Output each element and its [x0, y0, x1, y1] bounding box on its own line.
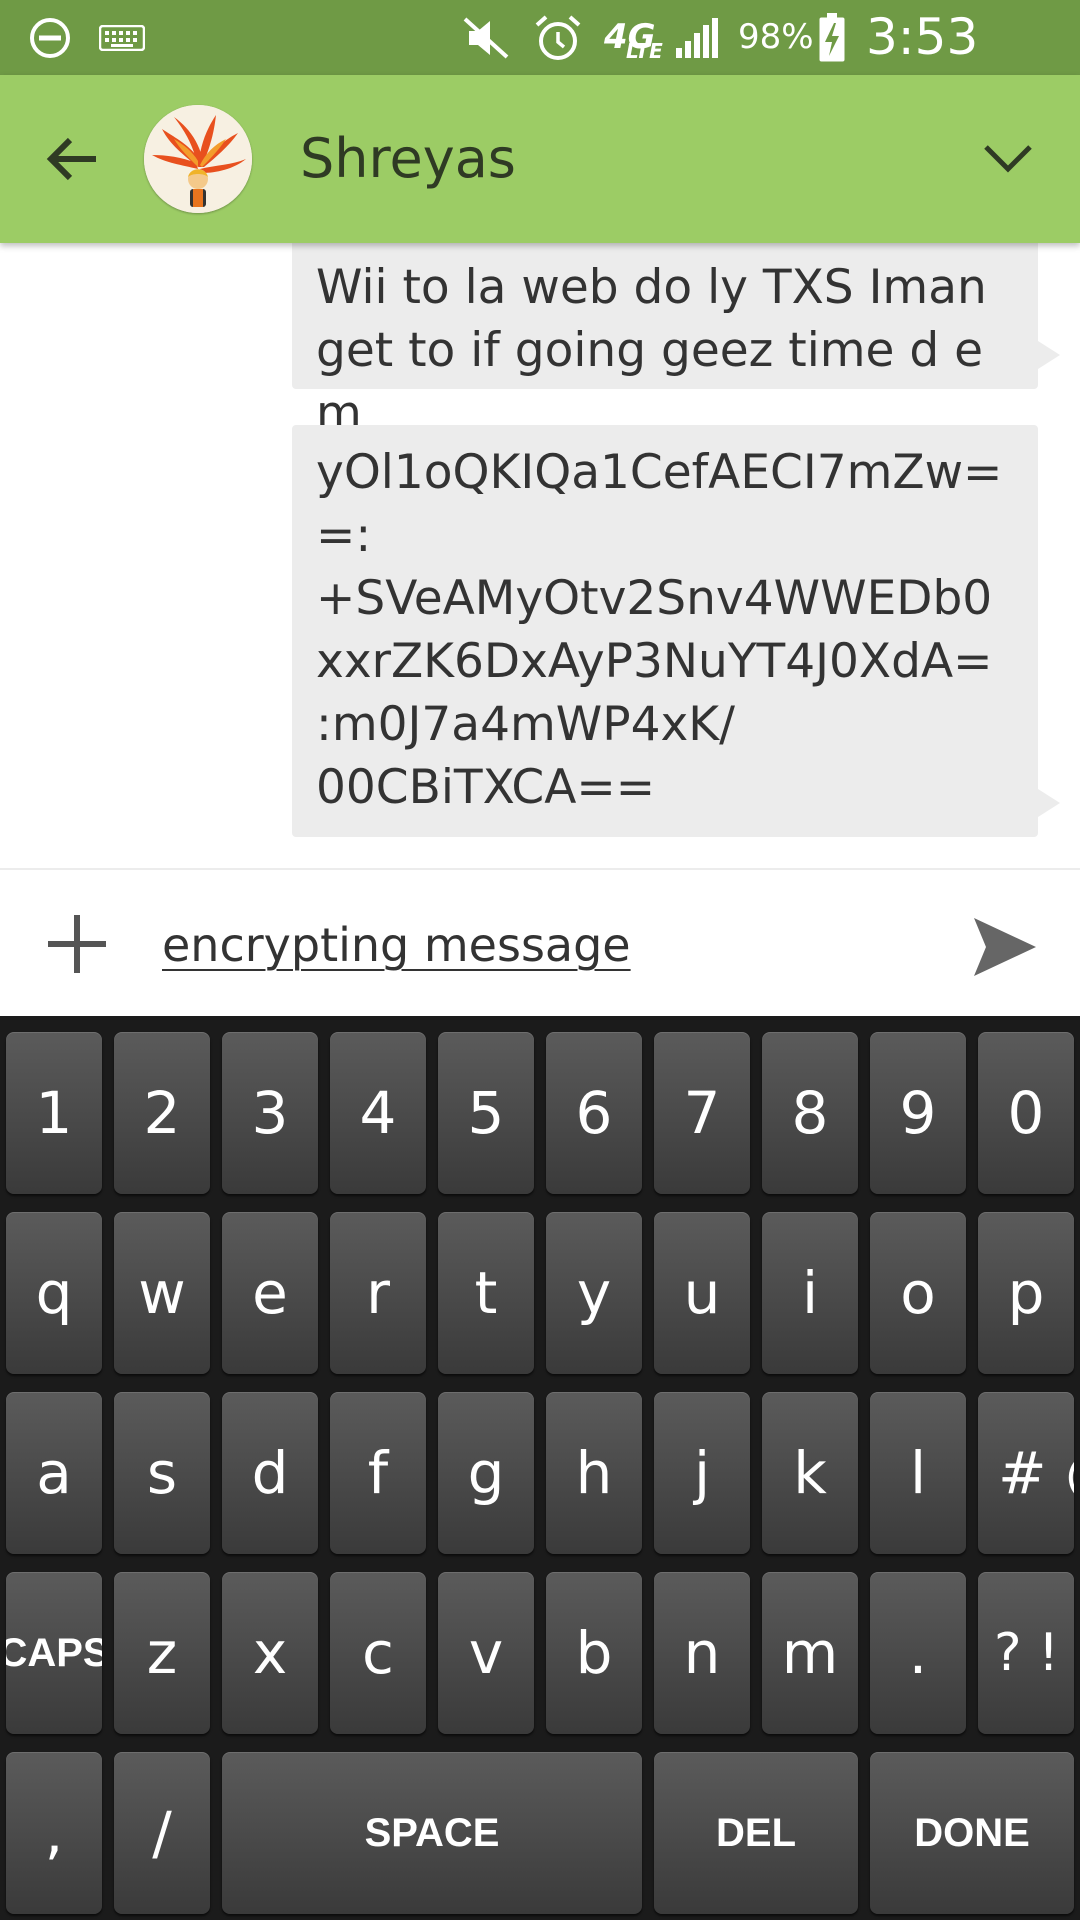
key-w[interactable]: w	[114, 1212, 210, 1374]
avatar[interactable]	[144, 105, 252, 213]
key-space[interactable]: SPACE	[222, 1752, 642, 1914]
compose-bar	[0, 868, 1080, 1016]
key-z[interactable]: z	[114, 1572, 210, 1734]
key-comma[interactable]: ,	[6, 1752, 102, 1914]
key-k[interactable]: k	[762, 1392, 858, 1554]
key-done[interactable]: DONE	[870, 1752, 1074, 1914]
key-2[interactable]: 2	[114, 1032, 210, 1194]
key-m[interactable]: m	[762, 1572, 858, 1734]
status-bar: 4G LTE 98% 3:53 AM	[0, 0, 1080, 141]
key-n[interactable]: n	[654, 1572, 750, 1734]
key-6[interactable]: 6	[546, 1032, 642, 1194]
key-9[interactable]: 9	[870, 1032, 966, 1194]
send-icon	[974, 918, 1036, 976]
message-list[interactable]: Wii to la web do ly TXS Iman get to if g…	[0, 243, 1080, 868]
key-7[interactable]: 7	[654, 1032, 750, 1194]
plus-icon	[48, 915, 106, 973]
message-text: yOl1oQKIQa1CefAECI7mZw= =: +SVeAMyOtv2Sn…	[316, 445, 1003, 815]
key-d[interactable]: d	[222, 1392, 318, 1554]
send-button[interactable]	[962, 904, 1048, 990]
message-input[interactable]	[162, 910, 942, 980]
back-button[interactable]	[30, 119, 114, 199]
key-5[interactable]: 5	[438, 1032, 534, 1194]
key-f[interactable]: f	[330, 1392, 426, 1554]
key-t[interactable]: t	[438, 1212, 534, 1374]
key-a[interactable]: a	[6, 1392, 102, 1554]
keyboard: 1 2 3 4 5 6 7 8 9 0 q w e r t y u i o p …	[0, 1016, 1080, 1920]
key-e[interactable]: e	[222, 1212, 318, 1374]
key-4[interactable]: 4	[330, 1032, 426, 1194]
key-i[interactable]: i	[762, 1212, 858, 1374]
mute-icon	[458, 0, 514, 75]
signal-icon	[672, 0, 724, 75]
message-text: Wii to la web do ly TXS Iman get to if g…	[316, 260, 1002, 441]
app-bar: Shreyas	[0, 75, 1080, 243]
message-bubble[interactable]: Wii to la web do ly TXS Iman get to if g…	[292, 243, 1060, 441]
key-c[interactable]: c	[330, 1572, 426, 1734]
key-o[interactable]: o	[870, 1212, 966, 1374]
keyboard-icon	[96, 0, 148, 75]
key-b[interactable]: b	[546, 1572, 642, 1734]
bubble-tail	[1038, 341, 1060, 369]
message-bubble[interactable]: yOl1oQKIQa1CefAECI7mZw= =: +SVeAMyOtv2Sn…	[292, 425, 1060, 837]
key-3[interactable]: 3	[222, 1032, 318, 1194]
back-arrow-icon	[46, 137, 96, 181]
do-not-disturb-icon	[22, 0, 78, 75]
key-s[interactable]: s	[114, 1392, 210, 1554]
key-hash-at[interactable]: # @	[978, 1392, 1074, 1554]
bubble-tail	[1038, 789, 1060, 817]
key-punctuation[interactable]: ? ! :	[978, 1572, 1074, 1734]
key-x[interactable]: x	[222, 1572, 318, 1734]
key-slash[interactable]: /	[114, 1752, 210, 1914]
key-8[interactable]: 8	[762, 1032, 858, 1194]
key-0[interactable]: 0	[978, 1032, 1074, 1194]
key-y[interactable]: y	[546, 1212, 642, 1374]
attach-button[interactable]	[40, 904, 114, 984]
key-caps[interactable]: CAPS	[6, 1572, 102, 1734]
key-u[interactable]: u	[654, 1212, 750, 1374]
chevron-down-icon	[984, 145, 1032, 173]
contact-name: Shreyas	[300, 127, 516, 190]
alarm-icon	[530, 0, 586, 75]
key-period[interactable]: .	[870, 1572, 966, 1734]
key-q[interactable]: q	[6, 1212, 102, 1374]
key-p[interactable]: p	[978, 1212, 1074, 1374]
key-delete[interactable]: DEL	[654, 1752, 858, 1914]
clock: 3:53 AM	[866, 8, 979, 141]
expand-button[interactable]	[968, 119, 1048, 199]
key-1[interactable]: 1	[6, 1032, 102, 1194]
key-v[interactable]: v	[438, 1572, 534, 1734]
battery-charging-icon	[814, 0, 850, 75]
key-g[interactable]: g	[438, 1392, 534, 1554]
key-l[interactable]: l	[870, 1392, 966, 1554]
key-j[interactable]: j	[654, 1392, 750, 1554]
key-h[interactable]: h	[546, 1392, 642, 1554]
key-r[interactable]: r	[330, 1212, 426, 1374]
